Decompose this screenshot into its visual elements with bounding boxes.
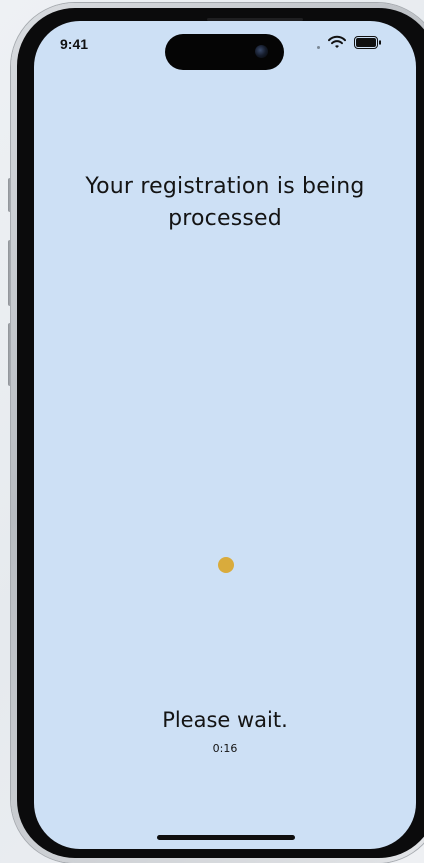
loading-indicator (218, 557, 234, 573)
status-time: 9:41 (60, 36, 89, 52)
dynamic-island (165, 34, 284, 70)
phone-screen: 9:41 Your registration is being processe… (34, 21, 416, 849)
battery-icon (354, 36, 381, 49)
wifi-icon (328, 35, 346, 48)
privacy-indicator-dot (317, 46, 320, 49)
home-indicator[interactable] (157, 835, 295, 840)
wait-message: Please wait. (162, 708, 288, 732)
elapsed-timer: 0:16 (212, 742, 238, 755)
stage: 9:41 Your registration is being processe… (0, 0, 424, 863)
page-title: Your registration is being processed (85, 174, 365, 231)
front-camera-icon (255, 45, 268, 58)
